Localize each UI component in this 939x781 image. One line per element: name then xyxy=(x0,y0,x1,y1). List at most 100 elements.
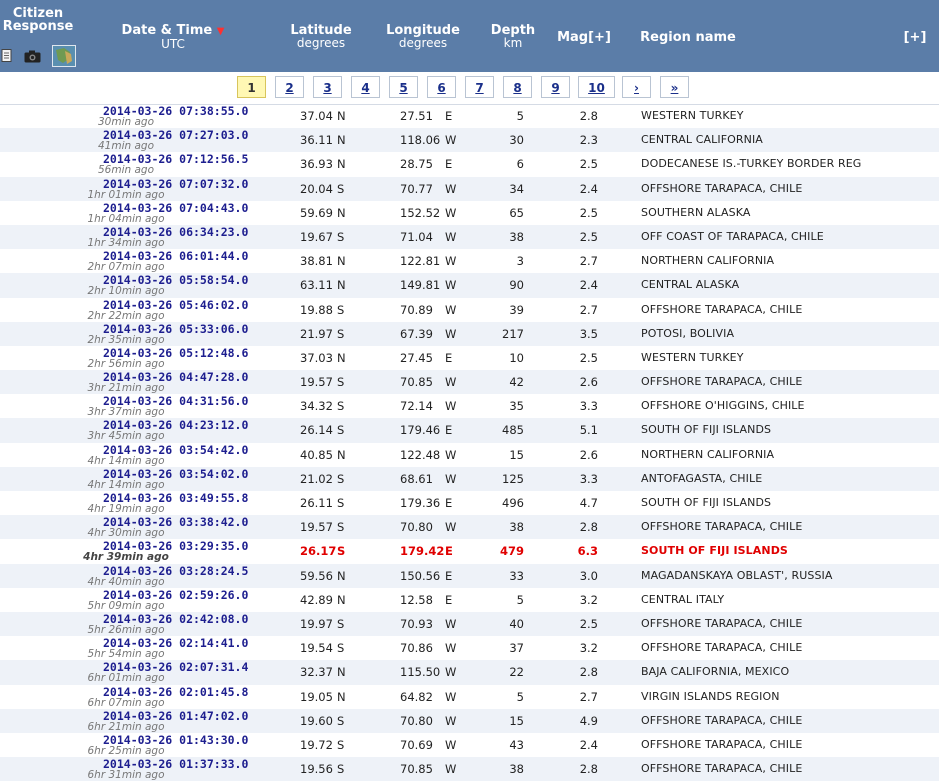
region-name: OFFSHORE TARAPACA, CHILE xyxy=(641,616,803,630)
region-name: NORTHERN CALIFORNIA xyxy=(641,447,775,461)
latitude-value: 26.11 xyxy=(300,496,333,510)
longitude-hemisphere: W xyxy=(445,181,457,196)
table-row[interactable]: 2014-03-26 07:27:03.0 41min ago 36.11 N 118.… xyxy=(0,128,939,153)
region-name: MAGADANSKAYA OBLAST', RUSSIA xyxy=(641,568,833,582)
table-row[interactable]: 2014-03-26 07:04:43.0 1hr 04min ago 59.69 N… xyxy=(0,201,939,225)
expand-columns-button[interactable]: [+] xyxy=(898,31,932,44)
region-name: CENTRAL ALASKA xyxy=(641,278,740,292)
time-ago: 30min ago xyxy=(97,116,155,128)
table-row[interactable]: 2014-03-26 03:49:55.8 4hr 19min ago 26.11 S… xyxy=(0,491,939,515)
page-link[interactable]: 10 xyxy=(578,76,615,98)
table-row[interactable]: 2014-03-26 05:58:54.0 2hr 10min ago 63.11 N… xyxy=(0,273,939,298)
expand-label[interactable]: [+] xyxy=(898,31,932,44)
page-next[interactable]: › xyxy=(622,76,651,98)
depth-value: 10 xyxy=(509,350,524,365)
page-current[interactable]: 1 xyxy=(237,76,266,98)
depth-value: 485 xyxy=(502,423,524,438)
table-row[interactable]: 2014-03-26 02:59:26.0 5hr 09min ago 42.89 N… xyxy=(0,588,939,612)
region-header: Region name xyxy=(636,31,740,44)
map-icon[interactable] xyxy=(52,45,76,67)
page-link[interactable]: 9 xyxy=(541,76,570,98)
latitude-value: 36.93 xyxy=(300,157,333,172)
table-row[interactable]: 2014-03-26 02:42:08.0 5hr 26min ago 19.97 S… xyxy=(0,611,939,637)
depth-value: 496 xyxy=(502,496,524,510)
page-last[interactable]: » xyxy=(660,76,689,98)
table-row[interactable]: 2014-03-26 04:31:56.0 3hr 37min ago 34.32 S… xyxy=(0,394,939,418)
page-link[interactable]: 5 xyxy=(389,76,418,98)
table-row[interactable]: 2014-03-26 06:01:44.0 2hr 07min ago 38.81 N… xyxy=(0,249,939,273)
table-row[interactable]: 2014-03-26 03:38:42.0 4hr 30min ago 19.57 S… xyxy=(0,515,939,540)
magnitude-value: 2.6 xyxy=(579,447,598,462)
latitude-value: 19.72 xyxy=(300,737,333,752)
table-row[interactable]: 2014-03-26 07:38:55.0 30min ago 37.04 N 27.5… xyxy=(0,104,939,128)
magnitude-value: 2.4 xyxy=(579,181,598,196)
time-ago: 5hr 26min ago xyxy=(87,623,165,636)
latitude-hemisphere: N xyxy=(337,350,346,365)
table-row[interactable]: 2014-03-26 03:54:02.0 4hr 14min ago 21.02 S… xyxy=(0,466,939,491)
region-name: NORTHERN CALIFORNIA xyxy=(641,254,775,268)
page-link[interactable]: 2 xyxy=(275,76,304,98)
magnitude-value: 2.8 xyxy=(579,665,598,680)
sort-desc-icon[interactable]: ▼ xyxy=(217,26,225,37)
depth-value: 90 xyxy=(509,278,524,293)
table-row[interactable]: 2014-03-26 07:07:32.0 1hr 01min ago 20.04 S… xyxy=(0,176,939,201)
document-icon[interactable] xyxy=(1,49,13,63)
depth-value: 33 xyxy=(509,568,524,583)
region-name: OFFSHORE O'HIGGINS, CHILE xyxy=(641,399,805,413)
magnitude-value: 2.5 xyxy=(579,616,598,631)
magnitude-label[interactable]: Mag[+] xyxy=(554,31,614,44)
longitude-value: 70.80 xyxy=(400,520,433,535)
latitude-value: 38.81 xyxy=(300,254,333,269)
page-link[interactable]: 6 xyxy=(427,76,456,98)
table-row[interactable]: 2014-03-26 07:12:56.5 56min ago 36.93 N 28.7… xyxy=(0,152,939,176)
time-ago: 5hr 54min ago xyxy=(87,648,165,661)
longitude-hemisphere: W xyxy=(445,278,457,293)
table-row[interactable]: 2014-03-26 02:14:41.0 5hr 54min ago 19.54 S… xyxy=(0,636,939,660)
page-link[interactable]: 8 xyxy=(503,76,532,98)
depth-value: 5 xyxy=(516,109,524,123)
table-row[interactable]: 2014-03-26 05:46:02.0 2hr 22min ago 19.88 S… xyxy=(0,298,939,322)
page-link[interactable]: 4 xyxy=(351,76,380,98)
citizen-icons xyxy=(0,44,80,68)
datetime-label[interactable]: Date & Time xyxy=(122,23,213,38)
response-label: Response xyxy=(2,19,74,34)
table-row[interactable]: 2014-03-26 04:47:28.0 3hr 21min ago 19.57 S… xyxy=(0,370,939,395)
latitude-value: 26.17 xyxy=(300,544,337,559)
table-row[interactable]: 2014-03-26 02:07:31.4 6hr 01min ago 32.37 N… xyxy=(0,660,939,685)
latitude-hemisphere: N xyxy=(337,205,346,220)
longitude-unit: degrees xyxy=(398,36,448,50)
latitude-hemisphere: S xyxy=(337,302,345,317)
longitude-hemisphere: E xyxy=(445,350,453,365)
camera-icon[interactable] xyxy=(24,50,41,63)
longitude-hemisphere: E xyxy=(445,592,453,607)
latitude-hemisphere: S xyxy=(337,544,346,559)
page-link[interactable]: 7 xyxy=(465,76,494,98)
table-row[interactable]: 2014-03-26 02:01:45.8 6hr 07min ago 19.05 N… xyxy=(0,685,939,709)
longitude-value: 70.80 xyxy=(400,713,433,728)
table-row[interactable]: 2014-03-26 05:12:48.6 2hr 56min ago 37.03 N… xyxy=(0,346,939,370)
table-row[interactable]: 2014-03-26 01:37:33.0 6hr 31min ago 19.56 S… xyxy=(0,757,939,781)
table-row[interactable]: 2014-03-26 03:29:35.0 4hr 39min ago 26.17 S… xyxy=(0,539,939,563)
table-row[interactable]: 2014-03-26 04:23:12.0 3hr 45min ago 26.14 S… xyxy=(0,418,939,443)
table-header: Citizen Response Date & Time ▼ UTC Latit… xyxy=(0,0,939,72)
latitude-hemisphere: S xyxy=(337,471,345,486)
datetime-header[interactable]: Date & Time ▼ UTC xyxy=(108,24,238,51)
table-row[interactable]: 2014-03-26 05:33:06.0 2hr 35min ago 21.97 S… xyxy=(0,321,939,346)
latitude-value: 20.04 xyxy=(300,181,333,196)
magnitude-value: 2.8 xyxy=(579,520,598,535)
page-link[interactable]: 3 xyxy=(313,76,342,98)
longitude-hemisphere: E xyxy=(445,423,453,438)
latitude-value: 21.97 xyxy=(300,326,333,341)
table-row[interactable]: 2014-03-26 01:47:02.0 6hr 21min ago 19.60 S… xyxy=(0,708,939,733)
depth-value: 217 xyxy=(502,326,524,341)
table-row[interactable]: 2014-03-26 06:34:23.0 1hr 34min ago 19.67 S… xyxy=(0,224,939,250)
longitude-hemisphere: E xyxy=(445,544,453,559)
depth-value: 15 xyxy=(509,447,524,462)
table-row[interactable]: 2014-03-26 03:28:24.5 4hr 40min ago 59.56 N… xyxy=(0,563,939,588)
table-row[interactable]: 2014-03-26 01:43:30.0 6hr 25min ago 19.72 S… xyxy=(0,733,939,757)
region-name: OFFSHORE TARAPACA, CHILE xyxy=(641,375,803,389)
magnitude-header[interactable]: Mag[+] xyxy=(554,31,614,44)
region-name: SOUTH OF FIJI ISLANDS xyxy=(641,423,772,437)
table-row[interactable]: 2014-03-26 03:54:42.0 4hr 14min ago 40.85 N… xyxy=(0,443,939,467)
time-ago: 2hr 35min ago xyxy=(87,333,165,346)
